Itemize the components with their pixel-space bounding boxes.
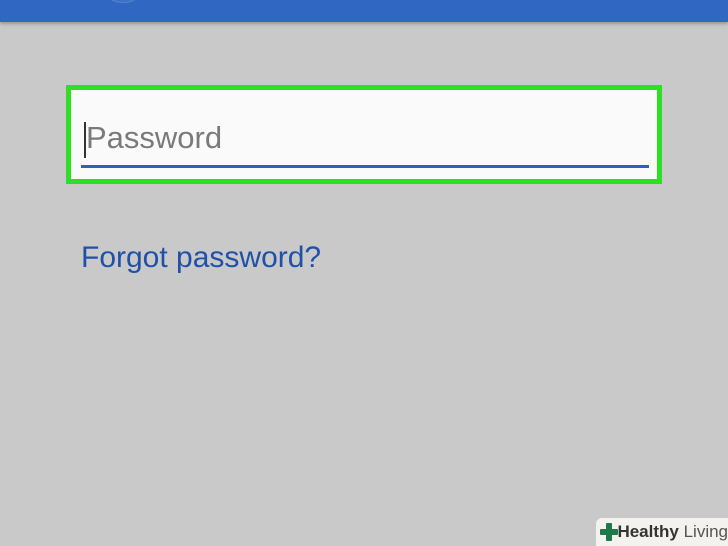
- watermark-brand-bold: Healthy: [617, 522, 679, 541]
- forgot-password-link[interactable]: Forgot password?: [81, 238, 321, 278]
- watermark-text: Healthy Living: [617, 522, 728, 542]
- top-app-bar: [0, 0, 728, 22]
- avatar[interactable]: [100, 0, 146, 3]
- watermark-badge: Healthy Living: [596, 518, 728, 546]
- password-input[interactable]: Password: [81, 108, 649, 168]
- plus-cross-icon: [600, 523, 618, 541]
- watermark-brand-light: Living: [678, 522, 728, 541]
- password-placeholder: Password: [86, 120, 223, 155]
- password-field-highlight: Password: [66, 85, 662, 184]
